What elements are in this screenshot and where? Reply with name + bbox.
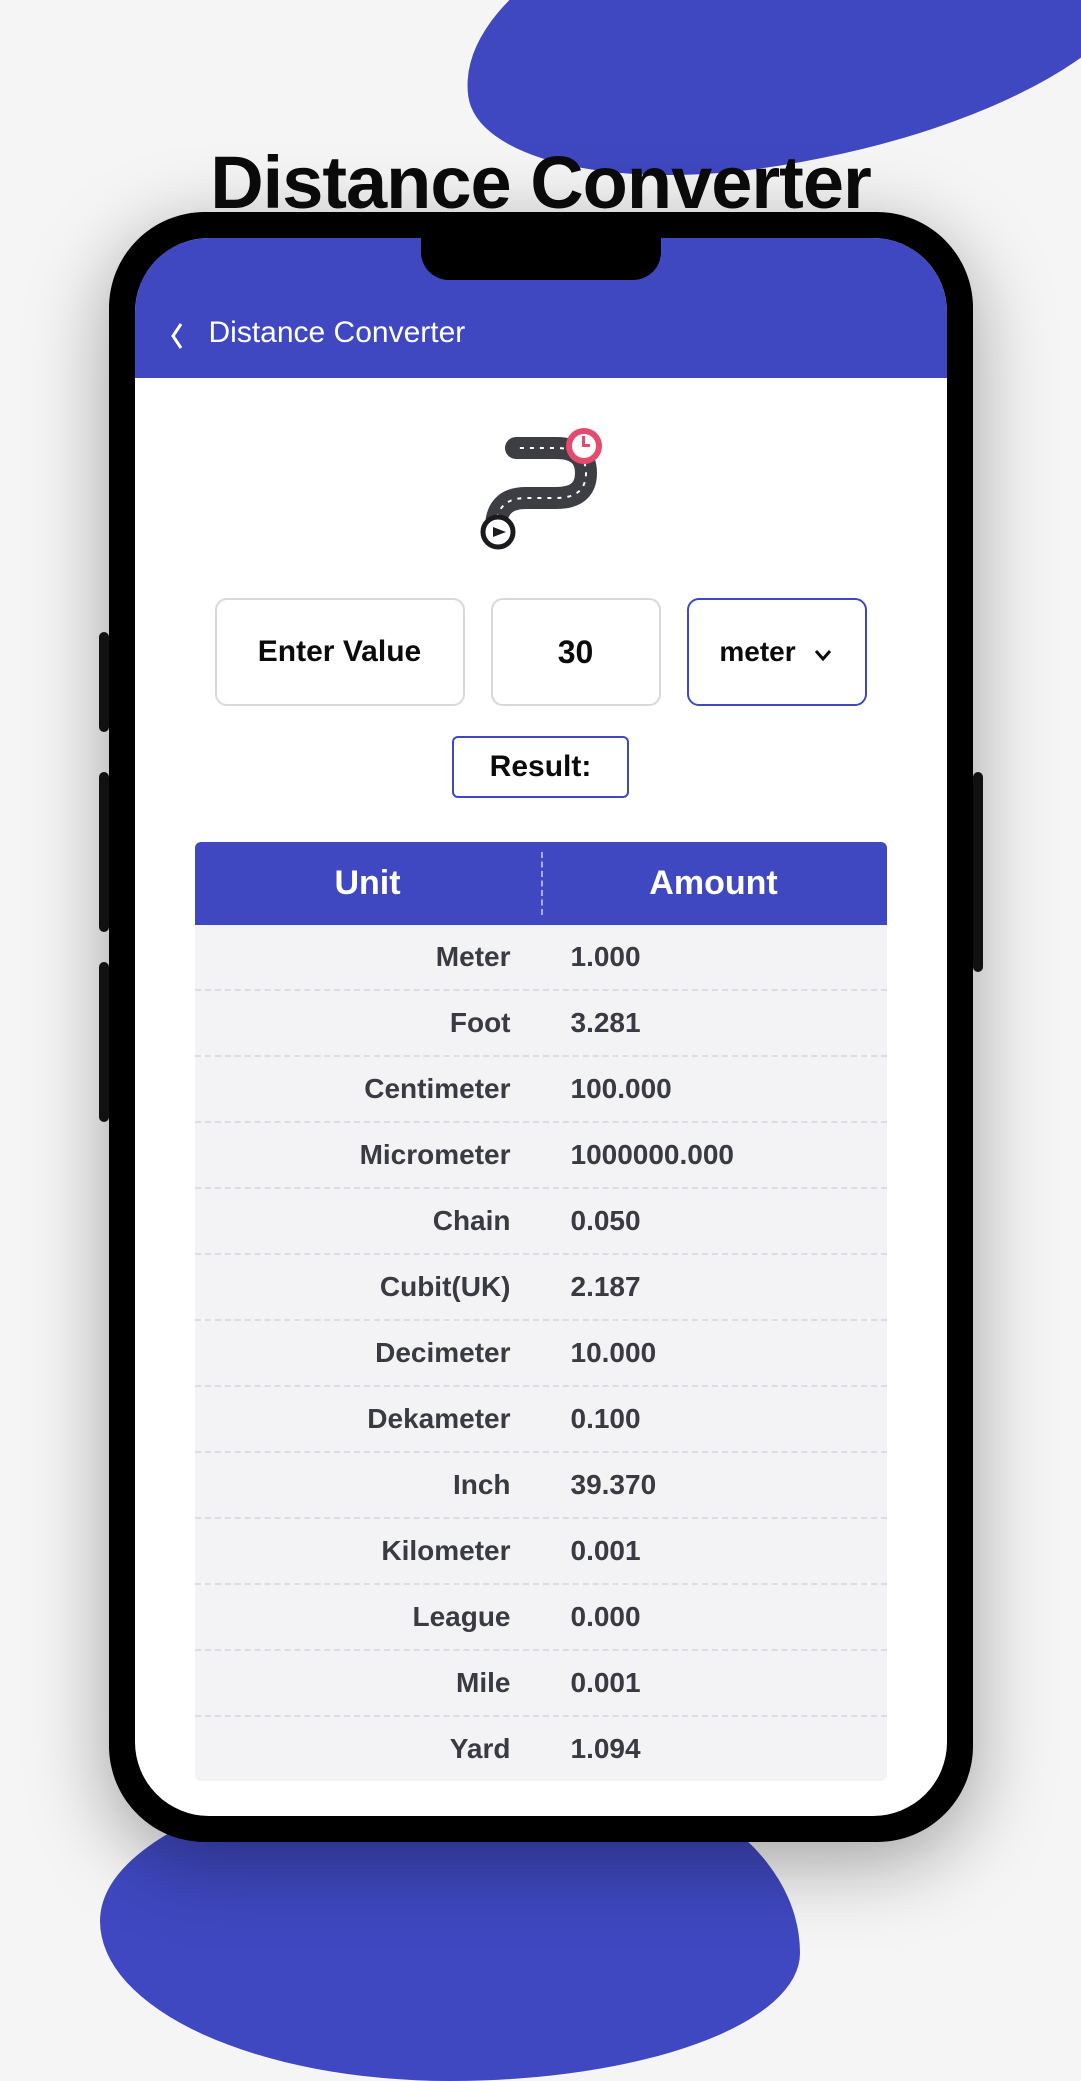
table-row: Dekameter0.100: [195, 1387, 887, 1453]
table-cell-unit: Micrometer: [195, 1123, 531, 1187]
value-label: Enter Value: [258, 635, 421, 669]
phone-frame: Distance Converter Enter Value 30 meter: [109, 212, 973, 1842]
table-row: Kilometer0.001: [195, 1519, 887, 1585]
table-header-amount: Amount: [541, 842, 887, 925]
unit-select[interactable]: meter: [687, 598, 867, 706]
table-cell-amount: 0.000: [531, 1585, 887, 1649]
table-header-divider: [541, 852, 543, 915]
table-cell-amount: 39.370: [531, 1453, 887, 1517]
result-button-label: Result:: [490, 750, 592, 783]
table-cell-amount: 1000000.000: [531, 1123, 887, 1187]
chevron-left-icon: [169, 322, 185, 350]
table-row: Foot3.281: [195, 991, 887, 1057]
value-label-box: Enter Value: [215, 598, 465, 706]
table-cell-amount: 0.001: [531, 1651, 887, 1715]
app-logo: [135, 378, 947, 598]
chevron-down-icon: [812, 641, 834, 663]
result-button[interactable]: Result:: [452, 736, 630, 798]
table-row: Micrometer1000000.000: [195, 1123, 887, 1189]
value-input-text: 30: [558, 634, 594, 671]
table-cell-amount: 1.000: [531, 925, 887, 989]
table-cell-amount: 100.000: [531, 1057, 887, 1121]
table-cell-unit: Inch: [195, 1453, 531, 1517]
table-row: League0.000: [195, 1585, 887, 1651]
table-header-unit: Unit: [195, 842, 541, 925]
table-row: Chain0.050: [195, 1189, 887, 1255]
table-cell-amount: 1.094: [531, 1717, 887, 1781]
table-cell-unit: Decimeter: [195, 1321, 531, 1385]
table-cell-amount: 0.050: [531, 1189, 887, 1253]
table-row: Centimeter100.000: [195, 1057, 887, 1123]
phone-side-button: [99, 632, 109, 732]
controls-row: Enter Value 30 meter: [135, 598, 947, 706]
table-cell-unit: Mile: [195, 1651, 531, 1715]
table-row: Yard1.094: [195, 1717, 887, 1781]
table-row: Inch39.370: [195, 1453, 887, 1519]
phone-side-button: [99, 962, 109, 1122]
table-cell-unit: Dekameter: [195, 1387, 531, 1451]
phone-screen: Distance Converter Enter Value 30 meter: [135, 238, 947, 1816]
table-cell-amount: 3.281: [531, 991, 887, 1055]
table-cell-unit: Centimeter: [195, 1057, 531, 1121]
results-table: Unit Amount Meter1.000Foot3.281Centimete…: [195, 842, 887, 1781]
value-input[interactable]: 30: [491, 598, 661, 706]
phone-side-button: [99, 772, 109, 932]
table-cell-amount: 0.001: [531, 1519, 887, 1583]
table-cell-unit: Chain: [195, 1189, 531, 1253]
table-cell-unit: Foot: [195, 991, 531, 1055]
table-cell-amount: 10.000: [531, 1321, 887, 1385]
phone-side-button: [973, 772, 983, 972]
table-row: Cubit(UK)2.187: [195, 1255, 887, 1321]
table-cell-unit: Yard: [195, 1717, 531, 1781]
table-cell-amount: 0.100: [531, 1387, 887, 1451]
back-button[interactable]: [163, 322, 191, 350]
table-row: Mile0.001: [195, 1651, 887, 1717]
phone-notch: [421, 238, 661, 280]
table-row: Decimeter10.000: [195, 1321, 887, 1387]
table-cell-unit: Kilometer: [195, 1519, 531, 1583]
table-header: Unit Amount: [195, 842, 887, 925]
table-row: Meter1.000: [195, 925, 887, 991]
table-cell-unit: League: [195, 1585, 531, 1649]
unit-select-text: meter: [719, 636, 795, 668]
table-cell-amount: 2.187: [531, 1255, 887, 1319]
table-cell-unit: Cubit(UK): [195, 1255, 531, 1319]
table-cell-unit: Meter: [195, 925, 531, 989]
header-title: Distance Converter: [209, 316, 466, 350]
route-icon: [476, 428, 606, 558]
